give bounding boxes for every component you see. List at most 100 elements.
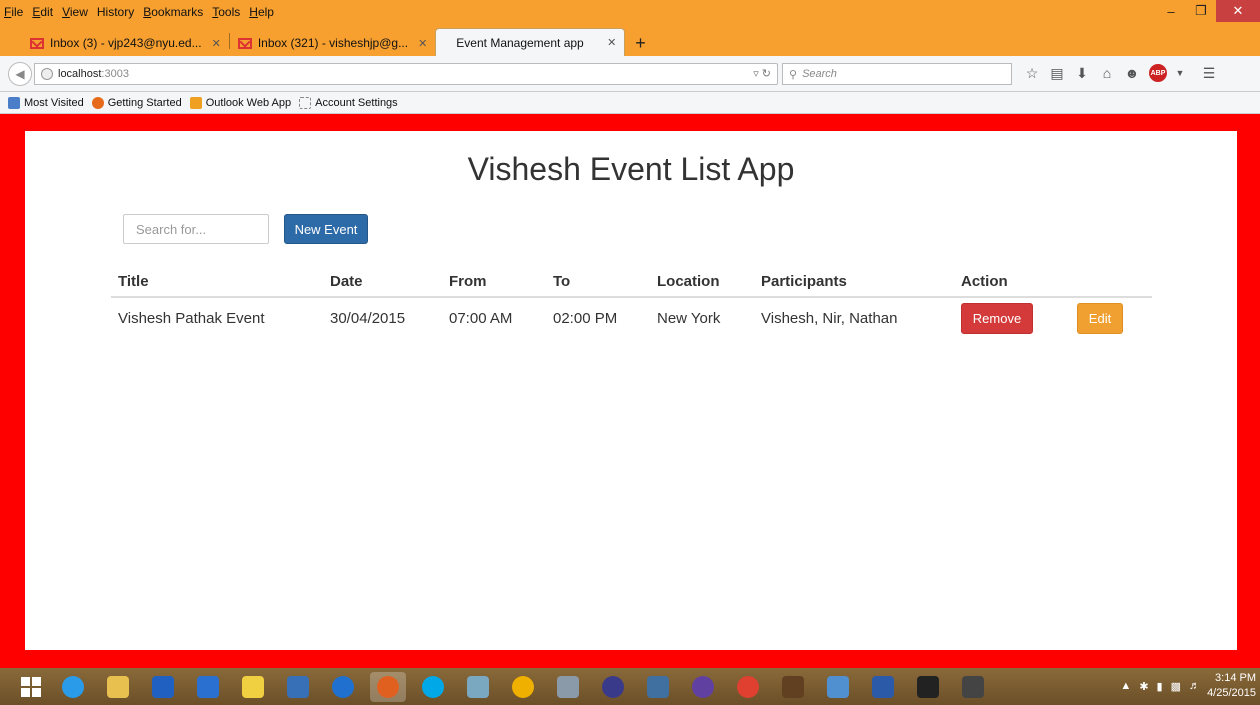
firefox-taskbar-icon[interactable] xyxy=(370,671,406,702)
bookmark-getting-started[interactable]: Getting Started xyxy=(91,96,182,109)
menu-help[interactable]: Help xyxy=(249,5,274,19)
new-event-button[interactable]: New Event xyxy=(284,214,368,244)
bookmark-label: Account Settings xyxy=(315,96,398,109)
search-input[interactable] xyxy=(123,214,269,244)
volume-icon[interactable]: ♬ xyxy=(1189,680,1200,693)
browser-titlebar: File Edit View History Bookmarks Tools H… xyxy=(0,0,1260,56)
column-header-from: From xyxy=(442,267,546,298)
column-header-title: Title xyxy=(111,267,323,298)
gmail-icon xyxy=(30,37,44,49)
column-header-empty xyxy=(1070,267,1152,298)
hamburger-menu-icon[interactable]: ☰ xyxy=(1201,63,1217,83)
bookmark-label: Most Visited xyxy=(24,96,84,109)
search-icon: ⚲ xyxy=(789,68,798,81)
taskbar-clock[interactable]: 3:14 PM 4/25/2015 xyxy=(1207,671,1256,701)
github-icon[interactable] xyxy=(685,672,721,702)
sublime-icon[interactable] xyxy=(955,672,991,702)
tab-close-icon[interactable]: ✕ xyxy=(607,36,616,49)
restore-icon[interactable]: ❐ xyxy=(1186,0,1216,22)
internet-explorer-icon[interactable] xyxy=(55,672,91,702)
gmail-icon xyxy=(237,37,252,49)
tab-inbox-gmail[interactable]: Inbox (321) - visheshjp@g... ✕ xyxy=(230,30,435,56)
skype-icon[interactable] xyxy=(415,672,451,702)
url-bar[interactable]: localhost:3003 ▿ ↻ xyxy=(34,63,778,85)
clock-date: 4/25/2015 xyxy=(1207,687,1256,699)
menu-file[interactable]: File xyxy=(4,5,23,19)
wifi-icon[interactable]: ▩ xyxy=(1171,680,1181,693)
bookmark-account-settings[interactable]: Account Settings xyxy=(299,96,398,109)
eclipse-icon[interactable] xyxy=(595,672,631,702)
battery-icon[interactable]: ▮ xyxy=(1157,680,1163,693)
windows-start-icon[interactable] xyxy=(16,672,46,702)
cell-from: 07:00 AM xyxy=(449,310,513,327)
column-header-date: Date xyxy=(323,267,442,298)
bluetooth-icon[interactable]: ✱ xyxy=(1139,680,1148,693)
browser-search-input[interactable]: ⚲ Search xyxy=(782,63,1012,85)
bookmark-outlook[interactable]: Outlook Web App xyxy=(189,96,292,109)
table-row: Vishesh Pathak Event 30/04/2015 07:00 AM… xyxy=(111,297,1152,339)
app-icon[interactable] xyxy=(550,672,586,702)
windows-taskbar: ▲ ✱ ▮ ▩ ♬ 3:14 PM 4/25/2015 xyxy=(0,668,1260,705)
sticky-notes-icon[interactable] xyxy=(235,672,271,702)
back-button[interactable]: ◀ xyxy=(8,62,32,86)
photos-icon[interactable] xyxy=(460,672,496,702)
remove-button[interactable]: Remove xyxy=(961,303,1033,334)
chevron-down-icon[interactable]: ▼ xyxy=(1176,63,1185,83)
bookmark-label: Outlook Web App xyxy=(205,96,292,109)
bookmark-most-visited[interactable]: Most Visited xyxy=(8,96,84,109)
downloads-icon[interactable]: ⬇ xyxy=(1074,63,1090,83)
app-container: Vishesh Event List App New Event Title D… xyxy=(25,131,1237,650)
new-tab-button[interactable]: + xyxy=(625,30,656,56)
menu-bookmarks[interactable]: Bookmarks xyxy=(143,5,203,19)
url-host: localhost xyxy=(58,68,102,80)
lenovo-icon[interactable] xyxy=(145,672,181,702)
events-table: Title Date From To Location Participants… xyxy=(111,267,1152,339)
mysql-icon[interactable] xyxy=(640,672,676,702)
python-icon[interactable] xyxy=(280,672,316,702)
terminal-icon[interactable] xyxy=(910,672,946,702)
system-tray: ▲ ✱ ▮ ▩ ♬ xyxy=(1120,680,1200,693)
menu-tools[interactable]: Tools xyxy=(212,5,240,19)
most-visited-icon xyxy=(8,96,20,109)
clock-time: 3:14 PM xyxy=(1215,672,1256,684)
tab-close-icon[interactable]: ✕ xyxy=(212,37,221,50)
column-header-participants: Participants xyxy=(754,267,954,298)
home-icon[interactable]: ⌂ xyxy=(1099,63,1115,83)
reload-icon[interactable]: ▿ ↻ xyxy=(753,67,771,80)
cell-to: 02:00 PM xyxy=(553,310,618,327)
file-explorer-icon[interactable] xyxy=(100,672,136,702)
bookmark-star-icon[interactable]: ☆ xyxy=(1024,63,1040,83)
tab-label: Event Management app xyxy=(456,35,584,50)
minimize-icon[interactable]: – xyxy=(1156,0,1186,22)
menu-history[interactable]: History xyxy=(97,5,134,19)
tab-label: Inbox (3) - vjp243@nyu.ed... xyxy=(50,36,202,50)
page-title: Vishesh Event List App xyxy=(467,151,795,187)
tab-event-management[interactable]: Event Management app ✕ xyxy=(435,28,626,56)
menu-edit[interactable]: Edit xyxy=(32,5,53,19)
maps-icon[interactable] xyxy=(325,672,361,702)
chevron-up-icon[interactable]: ▲ xyxy=(1120,680,1131,693)
edit-button[interactable]: Edit xyxy=(1077,303,1123,334)
site-identity-icon[interactable] xyxy=(41,68,53,80)
adblock-icon[interactable]: ABP xyxy=(1149,64,1167,82)
outlook-icon xyxy=(189,96,202,109)
tab-close-icon[interactable]: ✕ xyxy=(418,37,427,50)
bookmarks-menu-icon[interactable]: ▤ xyxy=(1049,63,1065,83)
cell-remove: Remove xyxy=(954,297,1070,339)
chrome-icon[interactable] xyxy=(730,672,766,702)
menu-view[interactable]: View xyxy=(62,5,88,19)
java-ee-icon[interactable] xyxy=(775,672,811,702)
column-header-location: Location xyxy=(650,267,754,298)
chat-icon[interactable]: ☻ xyxy=(1124,63,1140,83)
word-icon[interactable] xyxy=(865,672,901,702)
search-placeholder: Search xyxy=(802,68,837,80)
tab-inbox-nyu[interactable]: Inbox (3) - vjp243@nyu.ed... ✕ xyxy=(22,30,229,56)
navigation-bar: ◀ localhost:3003 ▿ ↻ ⚲ Search ☆ ▤ ⬇ ⌂ ☻ … xyxy=(0,56,1260,92)
firefox-icon xyxy=(91,96,104,109)
column-header-action: Action xyxy=(954,267,1070,298)
desktop-icon[interactable] xyxy=(190,672,226,702)
paint-icon[interactable] xyxy=(505,672,541,702)
control-panel-icon[interactable] xyxy=(820,672,856,702)
close-window-icon[interactable]: ✕ xyxy=(1216,0,1260,22)
tab-label: Inbox (321) - visheshjp@g... xyxy=(257,36,409,50)
